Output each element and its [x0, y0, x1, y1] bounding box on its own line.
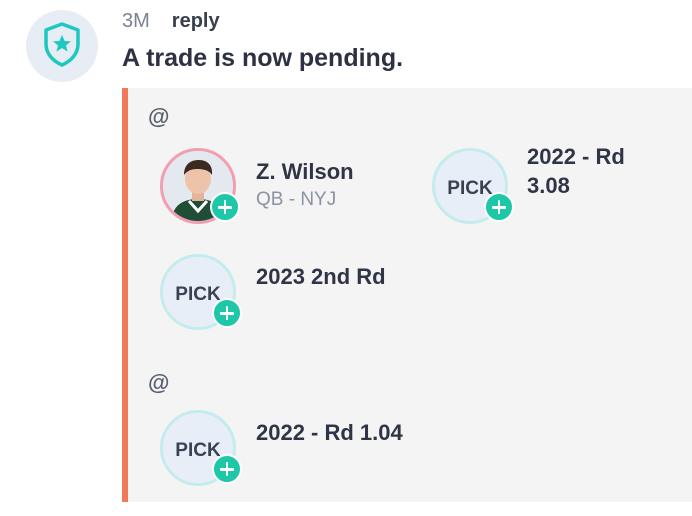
team-b-mention[interactable]: @ [148, 370, 169, 396]
add-player-icon[interactable] [210, 192, 240, 222]
message-meta: 3M reply [122, 10, 220, 33]
pick-label: 2022 - Rd 1.04 [256, 420, 403, 445]
message-headline: A trade is now pending. [122, 44, 404, 72]
player-name: Z. Wilson [256, 159, 354, 184]
message-time: 3M [122, 10, 150, 32]
team-a-mention[interactable]: @ [148, 104, 169, 130]
add-pick-icon[interactable] [212, 298, 242, 328]
pick-badge-label: PICK [175, 440, 221, 461]
league-avatar[interactable] [26, 10, 98, 82]
add-pick-icon[interactable] [212, 454, 242, 484]
reply-button[interactable]: reply [172, 10, 220, 33]
pick-badge-label: PICK [175, 284, 221, 305]
player-detail: QB - NYJ [256, 189, 337, 210]
pick-label: 2023 2nd Rd [256, 264, 386, 289]
shield-star-icon [40, 20, 84, 73]
pick-label-line1: 2022 - Rd [527, 144, 625, 169]
add-pick-icon[interactable] [484, 192, 514, 222]
pick-badge-label: PICK [447, 178, 493, 199]
pick-label-line2: 3.08 [527, 173, 570, 198]
trade-card: @ Z. Wilson QB - NYJ PICK 2022 - Rd 3.08… [122, 88, 692, 502]
